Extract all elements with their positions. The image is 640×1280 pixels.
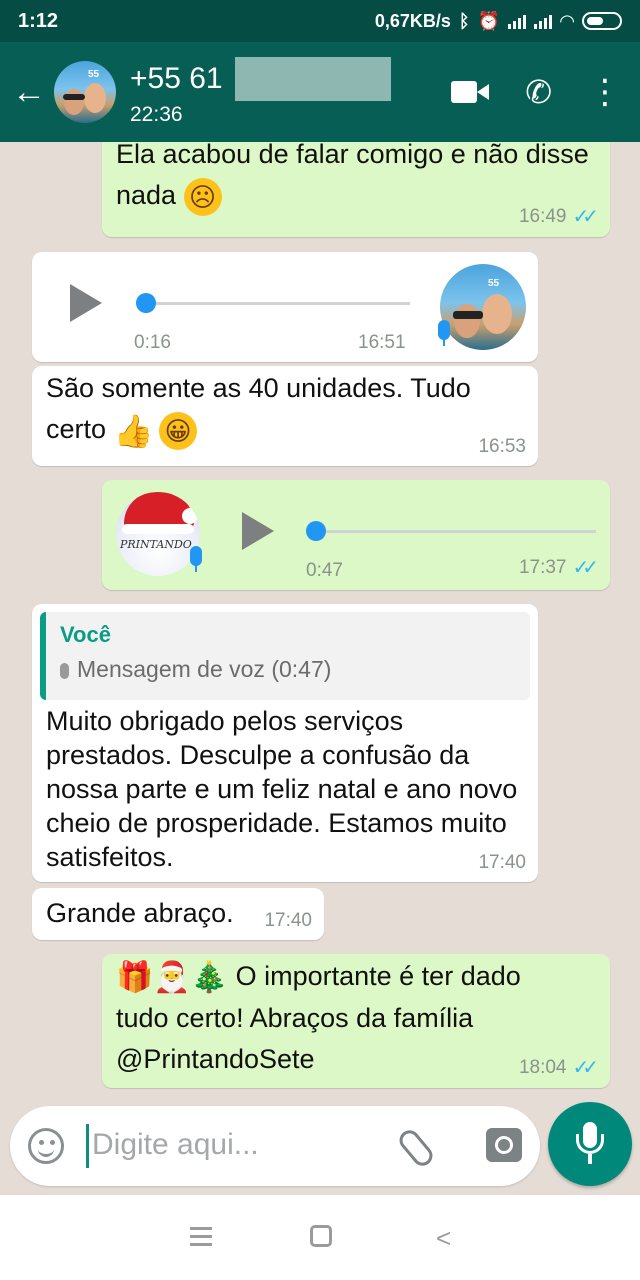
message-bubble[interactable]: Grande abraço. 17:40 <box>32 888 324 940</box>
message-time: 16:51 <box>358 332 406 353</box>
status-bar: 1:12 0,67KB/s ᛒ ⏰ ◠ <box>0 0 640 42</box>
mic-icon <box>190 546 202 572</box>
more-options-icon[interactable]: ⋮ <box>588 75 622 109</box>
contact-name: +55 61 <box>130 62 223 95</box>
input-placeholder[interactable]: Digite aqui... <box>92 1128 259 1162</box>
grin-emoji-icon: 😀 <box>159 411 198 450</box>
message-bubble[interactable]: Ela acabou de falar comigo e não disse n… <box>102 142 610 237</box>
message-time: 17:37 <box>518 556 567 578</box>
message-text: Muito obrigado pelos serviços prestados.… <box>46 706 518 872</box>
alarm-icon: ⏰ <box>477 10 501 31</box>
mic-icon <box>60 662 69 679</box>
signal-icon <box>534 13 553 29</box>
network-speed: 0,67KB/s <box>374 10 451 31</box>
play-icon[interactable] <box>242 512 274 550</box>
status-icons: 0,67KB/s ᛒ ⏰ ◠ <box>375 11 622 32</box>
gift-emoji-icon: 🎁 <box>116 961 154 995</box>
contact-info[interactable]: +55 61 22:36 <box>130 57 391 127</box>
menu-icon[interactable] <box>190 1227 212 1230</box>
thumbs-up-emoji-icon: 👍 <box>113 412 154 449</box>
signal-icon <box>508 13 527 29</box>
chat-area[interactable]: Ela acabou de falar comigo e não disse n… <box>0 142 640 1100</box>
read-ticks-icon: ✓✓ <box>572 1057 598 1079</box>
voice-progress-track[interactable] <box>308 530 596 533</box>
voice-progress-handle[interactable] <box>136 293 156 313</box>
quoted-reply[interactable]: Você Mensagem de voz (0:47) <box>40 612 530 700</box>
voice-message[interactable]: PRINTANDO 0:47 17:37 ✓✓ <box>102 480 610 590</box>
system-nav-bar: < <box>0 1195 640 1280</box>
message-time: 16:49 <box>518 205 567 227</box>
voice-progress-track[interactable] <box>136 302 410 305</box>
back-arrow-icon[interactable]: ← <box>4 42 54 142</box>
back-icon[interactable]: < <box>436 1223 451 1254</box>
play-icon[interactable] <box>70 284 102 322</box>
message-bubble[interactable]: Você Mensagem de voz (0:47) Muito obriga… <box>32 604 538 882</box>
sender-avatar: 55 <box>440 264 526 350</box>
emoji-icon[interactable] <box>28 1128 64 1164</box>
message-input[interactable]: Digite aqui... <box>10 1106 540 1186</box>
chat-header: ← 55 +55 61 22:36 ✆ ⋮ <box>0 42 640 142</box>
message-time: 17:40 <box>478 852 526 873</box>
input-bar: Digite aqui... <box>0 1100 640 1195</box>
bluetooth-icon: ᛒ <box>458 10 470 31</box>
contact-avatar[interactable]: 55 <box>54 61 116 123</box>
christmas-tree-emoji-icon: 🎄 <box>190 961 229 995</box>
message-bubble[interactable]: 🎁🎅🎄 O importante é ter dado tudo certo! … <box>102 954 610 1088</box>
battery-icon <box>582 12 622 30</box>
read-ticks-icon: ✓✓ <box>572 206 598 228</box>
message-text: São somente as 40 unidades. Tudo certo <box>46 373 471 444</box>
attach-icon[interactable] <box>395 1126 437 1170</box>
text-caret <box>86 1124 89 1168</box>
voice-progress-handle[interactable] <box>306 521 326 541</box>
santa-emoji-icon: 🎅 <box>153 961 191 995</box>
phone-icon[interactable]: ✆ <box>525 73 552 111</box>
voice-message[interactable]: 0:16 16:51 55 <box>32 252 538 362</box>
voice-duration: 0:16 <box>134 332 171 353</box>
record-voice-button[interactable] <box>548 1102 632 1186</box>
message-bubble[interactable]: São somente as 40 unidades. Tudo certo 👍… <box>32 366 538 466</box>
read-ticks-icon: ✓✓ <box>572 557 598 579</box>
status-time: 1:12 <box>18 9 59 32</box>
camera-icon[interactable] <box>486 1128 522 1162</box>
video-call-icon[interactable] <box>451 81 490 103</box>
sad-emoji-icon: ☹ <box>183 177 222 216</box>
wifi-icon: ◠ <box>560 10 574 31</box>
last-seen: 22:36 <box>130 103 183 126</box>
message-time: 17:40 <box>264 910 312 931</box>
message-time: 18:04 <box>518 1056 567 1078</box>
quoted-author: Você <box>60 622 111 647</box>
message-time: 16:53 <box>478 436 526 457</box>
home-icon[interactable] <box>310 1225 332 1247</box>
redacted-block <box>234 57 391 101</box>
voice-duration: 0:47 <box>306 560 343 581</box>
mic-icon <box>438 320 450 346</box>
quoted-snippet: Mensagem de voz (0:47) <box>77 656 332 682</box>
sender-avatar: PRINTANDO <box>116 492 200 576</box>
